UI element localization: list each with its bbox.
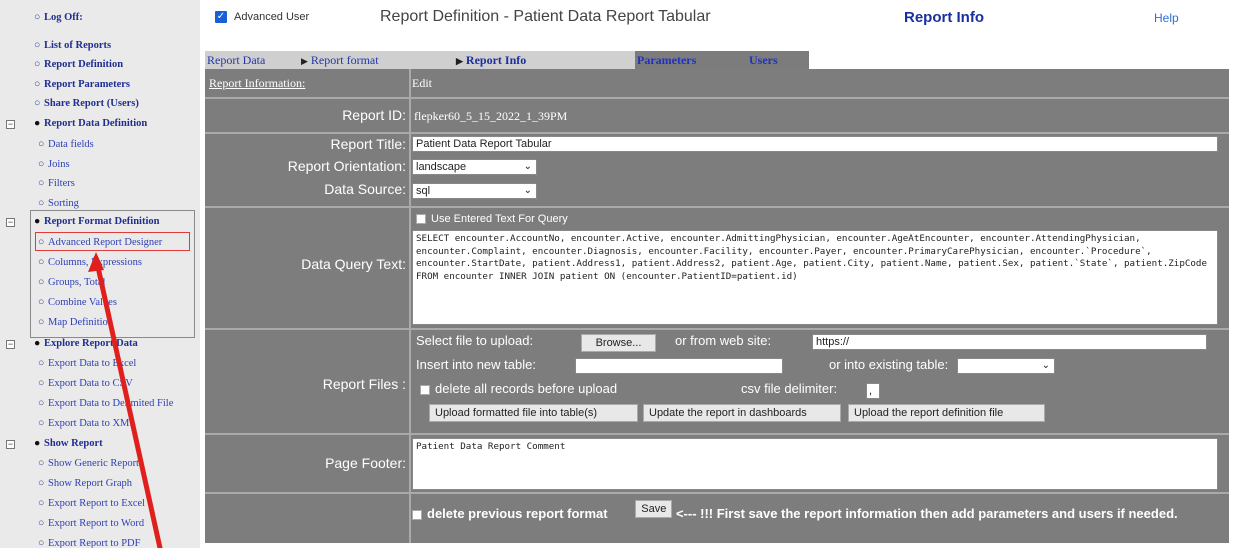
insert-new-table-label: Insert into new table: [416,357,536,372]
chevron-down-icon: ⌄ [523,161,532,172]
section-title: Report Info [904,9,984,26]
data-query-label: Data Query Text: [301,256,406,272]
collapse-toggle-icon[interactable]: − [6,340,15,349]
sidebar-item-explore-report-data[interactable]: ● Explore Report Data [34,337,138,350]
divider [205,132,1229,134]
sidebar-item-export-report-pdf[interactable]: ○ Export Report to PDF [38,537,140,548]
save-button[interactable]: Save [635,500,673,518]
report-id-row: Report ID: flepker60_5_15_2022_1_39PM [205,99,1229,131]
report-information-label: Report Information: [209,76,306,90]
sidebar-item-export-data-csv[interactable]: ○ Export Data to CSV [38,377,133,390]
page-footer-row: Page Footer: Patient Data Report Comment [205,435,1229,493]
sidebar-item-report-format-definition[interactable]: ● Report Format Definition [34,215,159,228]
collapse-toggle-icon[interactable]: − [6,218,15,227]
tab-arrow-icon: ▶ [301,56,308,66]
report-info-header-row: Report Information: Edit [205,72,1229,95]
upload-formatted-file-button[interactable]: Upload formatted file into table(s) [429,404,638,422]
checkbox-icon[interactable] [416,214,426,225]
tab-report-data[interactable]: Report Data [205,51,299,69]
report-orientation-select[interactable]: landscape ⌄ [412,159,537,175]
chevron-down-icon: ⌄ [523,185,532,196]
sidebar-item-export-data-delimited[interactable]: ○ Export Data to Delimited File [38,397,173,410]
select-file-label: Select file to upload: [416,333,534,348]
sidebar-item-combine-values[interactable]: ○ Combine Values [38,296,117,309]
report-title-row: Report Title: Patient Data Report Tabula… [205,135,1229,155]
delete-previous-option[interactable]: delete previous report format [412,506,608,521]
sidebar-item-show-generic-report[interactable]: ○ Show Generic Report [38,457,139,470]
report-info-panel: Report Information: Edit Report ID: flep… [205,69,1229,543]
tab-users[interactable]: Users [747,51,809,69]
sidebar-item-show-report-graph[interactable]: ○ Show Report Graph [38,477,132,490]
update-dashboards-button[interactable]: Update the report in dashboards [643,404,841,422]
data-source-select[interactable]: sql ⌄ [412,183,537,199]
sidebar-item-list-of-reports[interactable]: ○ List of Reports [34,39,111,52]
checkbox-icon[interactable] [412,509,422,520]
web-url-input[interactable]: https:// [812,334,1207,350]
sidebar-item-log-off[interactable]: ○ Log Off: [34,11,83,24]
sidebar-item-report-parameters[interactable]: ○ Report Parameters [34,78,130,91]
report-id-value: flepker60_5_15_2022_1_39PM [414,109,568,123]
sidebar: ○ Log Off: ○ List of Reports ○ Report Defin… [0,0,200,548]
existing-table-select[interactable]: ⌄ [957,358,1055,374]
save-row-content: delete previous report format Save <--- … [412,500,1212,523]
report-title-input[interactable]: Patient Data Report Tabular [412,136,1218,152]
checkbox-icon[interactable] [420,384,430,395]
sidebar-item-filters[interactable]: ○ Filters [38,177,75,190]
chevron-down-icon: ⌄ [1041,360,1050,371]
report-files-row: Report Files : Select file to upload: Br… [205,330,1229,430]
upload-definition-file-button[interactable]: Upload the report definition file [848,404,1045,422]
sidebar-item-report-definition[interactable]: ○ Report Definition [34,58,123,71]
collapse-toggle-icon[interactable]: − [6,120,15,129]
advanced-user-label: Advanced User [234,11,310,23]
sidebar-item-sorting[interactable]: ○ Sorting [38,197,79,210]
page-title: Report Definition - Patient Data Report … [380,8,711,25]
checkbox-checked-icon[interactable]: ✓ [215,11,227,23]
data-query-textarea[interactable]: SELECT encounter.AccountNo, encounter.Ac… [412,230,1218,325]
page-footer-label: Page Footer: [325,455,406,471]
sidebar-item-data-fields[interactable]: ○ Data fields [38,138,94,151]
report-id-label: Report ID: [342,107,406,123]
tab-report-format[interactable]: ▶ Report format [299,51,454,69]
csv-delimiter-label: csv file delimiter: [741,381,838,396]
edit-label: Edit [412,76,432,90]
save-row: delete previous report format Save <--- … [205,494,1229,543]
report-title-label: Report Title: [330,136,406,152]
data-source-row: Data Source: sql ⌄ [205,180,1229,200]
use-entered-text-option[interactable]: Use Entered Text For Query [416,213,568,225]
sidebar-item-columns-expressions[interactable]: ○ Columns, Expressions [38,256,142,269]
report-orientation-label: Report Orientation: [287,158,406,174]
sidebar-item-share-report[interactable]: ○ Share Report (Users) [34,97,139,110]
tab-arrow-icon: ▶ [456,56,463,66]
report-files-label: Report Files : [322,376,406,392]
or-from-web-label: or from web site: [675,333,772,348]
sidebar-item-joins[interactable]: ○ Joins [38,158,70,171]
data-source-label: Data Source: [324,181,406,197]
or-existing-table-label: or into existing table: [829,357,949,372]
sidebar-item-map-definition[interactable]: ○ Map Definition [38,316,113,329]
sidebar-item-export-data-excel[interactable]: ○ Export Data to Excel [38,357,136,370]
sidebar-item-report-data-definition[interactable]: ● Report Data Definition [34,117,147,130]
sidebar-item-export-report-excel[interactable]: ○ Export Report to Excel [38,497,145,510]
page-footer-textarea[interactable]: Patient Data Report Comment [412,438,1218,490]
browse-button[interactable]: Browse... [581,334,656,352]
data-query-row: Data Query Text: Use Entered Text For Qu… [205,209,1229,327]
sidebar-item-export-report-word[interactable]: ○ Export Report to Word [38,517,144,530]
help-link[interactable]: Help [1154,11,1179,25]
tab-report-info[interactable]: ▶ Report Info [454,51,635,69]
save-note: <--- !!! First save the report informati… [675,506,1178,521]
csv-delimiter-input[interactable]: , [866,383,880,399]
new-table-input[interactable] [575,358,783,374]
advanced-user-toggle[interactable]: ✓ Advanced User [215,11,309,23]
sidebar-item-groups-total[interactable]: ○ Groups, Total [38,276,105,289]
sidebar-item-advanced-report-designer[interactable]: ○ Advanced Report Designer [38,236,162,249]
sidebar-item-show-report[interactable]: ● Show Report [34,437,103,450]
report-orientation-row: Report Orientation: landscape ⌄ [205,157,1229,177]
divider [205,206,1229,208]
sidebar-item-export-data-xml[interactable]: ○ Export Data to XML [38,417,136,430]
collapse-toggle-icon[interactable]: − [6,440,15,449]
delete-records-option[interactable]: delete all records before upload [420,381,617,396]
tab-parameters[interactable]: Parameters [635,51,747,69]
